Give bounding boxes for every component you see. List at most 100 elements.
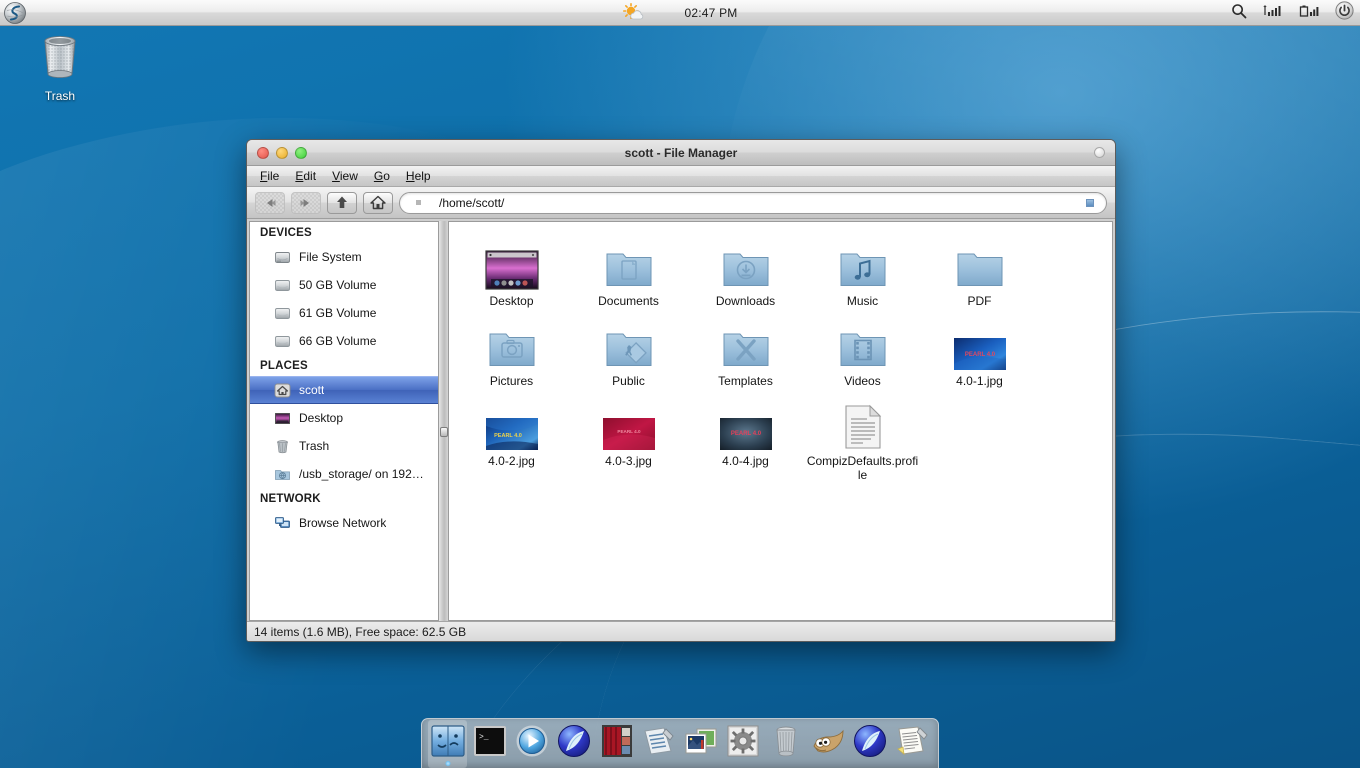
desktop-wallpaper-thumb [455, 238, 568, 290]
file-item-music[interactable]: Music [804, 232, 921, 312]
sidebar-item-label: Browse Network [299, 516, 387, 530]
file-manager-window[interactable]: scott - File Manager FFileile Edit View … [246, 139, 1116, 642]
gear-settings-icon [727, 725, 759, 762]
dock-item-terminal[interactable]: >_ [470, 724, 509, 764]
file-list-view[interactable]: Desktop Documents Downloads Music PDF Pi… [449, 221, 1113, 621]
path-text[interactable]: /home/scott/ [439, 196, 504, 210]
path-separator-dot [416, 200, 421, 205]
file-item-label: CompizDefaults.profile [806, 454, 919, 482]
desktop-icon-label: Trash [44, 89, 76, 103]
sidebar-item-browse-network[interactable]: Browse Network [250, 509, 438, 537]
file-item-public[interactable]: Public [570, 312, 687, 392]
file-item-label: 4.0-4.jpg [722, 454, 769, 468]
hard-disk-icon [274, 249, 291, 266]
file-item-label: Documents [598, 294, 659, 308]
image-thumb-blue2: PEARL 4.0 [455, 398, 568, 450]
home-icon [274, 382, 291, 399]
file-item-label: Pictures [489, 374, 534, 388]
dock-item-file-manager[interactable] [428, 719, 468, 768]
menu-view[interactable]: View [325, 168, 365, 184]
text-document-icon [806, 398, 919, 450]
file-item-label: Downloads [715, 294, 776, 308]
sidebar-item-66gb-volume[interactable]: 66 GB Volume [250, 327, 438, 355]
file-item-compizdefaults-profile[interactable]: CompizDefaults.profile [804, 392, 921, 486]
file-item-desktop[interactable]: Desktop [453, 232, 570, 312]
file-item-label: Templates [718, 374, 773, 388]
file-item-documents[interactable]: Documents [570, 232, 687, 312]
dock-item-media-player[interactable] [513, 724, 552, 764]
sidebar-item-label: File System [299, 250, 362, 264]
dock-item-settings[interactable] [724, 724, 763, 764]
window-body: DEVICES File System 50 GB Volume 61 GB V… [247, 219, 1115, 621]
sidebar-item-50gb-volume[interactable]: 50 GB Volume [250, 271, 438, 299]
dock-item-web-browser[interactable] [555, 724, 594, 764]
window-titlebar[interactable]: scott - File Manager [247, 140, 1115, 166]
sidebar-item-desktop[interactable]: Desktop [250, 404, 438, 432]
dock-item-trash[interactable] [766, 724, 805, 764]
home-button[interactable] [363, 191, 393, 214]
menubar[interactable]: FFileile Edit View Go Help [247, 166, 1115, 187]
pearl-globe-logo-icon[interactable] [3, 1, 27, 25]
splitter-grip-icon[interactable] [440, 427, 448, 437]
file-item-downloads[interactable]: Downloads [687, 232, 804, 312]
sidebar-item-61gb-volume[interactable]: 61 GB Volume [250, 299, 438, 327]
desktop-icon-trash[interactable]: Trash [17, 30, 103, 103]
thumb-caption: PEARL 4.0 [617, 429, 641, 434]
file-item-label: 4.0-3.jpg [605, 454, 652, 468]
power-icon[interactable] [1335, 1, 1354, 25]
toolbar[interactable]: /home/scott/ [247, 187, 1115, 219]
battery-icon[interactable] [1299, 4, 1319, 23]
path-location-icon[interactable] [1086, 198, 1094, 207]
forward-button[interactable] [291, 191, 321, 214]
dock-item-movie-player[interactable] [597, 724, 636, 764]
sidebar-splitter[interactable] [438, 221, 449, 621]
dock-item-office-writer[interactable] [893, 724, 932, 764]
network-computers-icon [274, 515, 291, 532]
dock-item-text-editor[interactable] [639, 724, 678, 764]
path-bar[interactable]: /home/scott/ [399, 191, 1107, 214]
sidebar-item-trash[interactable]: Trash [250, 432, 438, 460]
folder-plain-icon [923, 238, 1036, 290]
dock-item-gimp[interactable] [808, 724, 847, 764]
file-item-label: PDF [967, 294, 992, 308]
file-item-4-0-3-jpg[interactable]: PEARL 4.0 4.0-3.jpg [570, 392, 687, 486]
file-item-4-0-4-jpg[interactable]: PEARL 4.0 4.0-4.jpg [687, 392, 804, 486]
word-processor-icon [895, 725, 929, 762]
file-item-templates[interactable]: Templates [687, 312, 804, 392]
dock[interactable]: >_ [421, 718, 939, 768]
menu-edit[interactable]: Edit [288, 168, 323, 184]
sun-behind-cloud-icon[interactable] [622, 3, 645, 23]
signal-strength-icon[interactable] [1263, 4, 1283, 23]
file-item-videos[interactable]: Videos [804, 312, 921, 392]
file-item-4-0-2-jpg[interactable]: PEARL 4.0 4.0-2.jpg [453, 392, 570, 486]
panel-clock[interactable]: 02:47 PM [685, 6, 738, 20]
folder-documents-icon [572, 238, 685, 290]
menu-go[interactable]: Go [367, 168, 397, 184]
seamonkey-browser-icon [557, 724, 591, 763]
menu-help[interactable]: Help [399, 168, 438, 184]
back-button[interactable] [255, 191, 285, 214]
file-item-label: Desktop [489, 294, 534, 308]
hard-disk-icon [274, 333, 291, 350]
search-icon[interactable] [1231, 3, 1247, 24]
dock-item-browser-2[interactable] [851, 724, 890, 764]
up-button[interactable] [327, 191, 357, 214]
top-panel: 02:47 PM [0, 0, 1360, 26]
sidebar-item-usb-storage[interactable]: /usb_storage/ on 192… [250, 460, 438, 488]
sidebar-item-file-system[interactable]: File System [250, 243, 438, 271]
menu-file[interactable]: FFileile [253, 168, 286, 184]
file-item-pictures[interactable]: Pictures [453, 312, 570, 392]
file-item-4-0-1-jpg[interactable]: PEARL 4.0 4.0-1.jpg [921, 312, 1038, 392]
arrow-up-icon [337, 196, 347, 208]
shade-button[interactable] [1094, 147, 1105, 158]
sidebar[interactable]: DEVICES File System 50 GB Volume 61 GB V… [249, 221, 438, 621]
gimp-wilber-icon [810, 726, 846, 761]
sidebar-item-scott[interactable]: scott [250, 376, 438, 404]
sidebar-header-devices: DEVICES [260, 227, 312, 239]
hard-disk-icon [274, 277, 291, 294]
file-item-label: 4.0-1.jpg [956, 374, 1003, 388]
file-item-label: Music [846, 294, 879, 308]
file-item-pdf[interactable]: PDF [921, 232, 1038, 312]
dock-item-image-viewer[interactable] [682, 724, 721, 764]
seamonkey-browser-icon [853, 724, 887, 763]
